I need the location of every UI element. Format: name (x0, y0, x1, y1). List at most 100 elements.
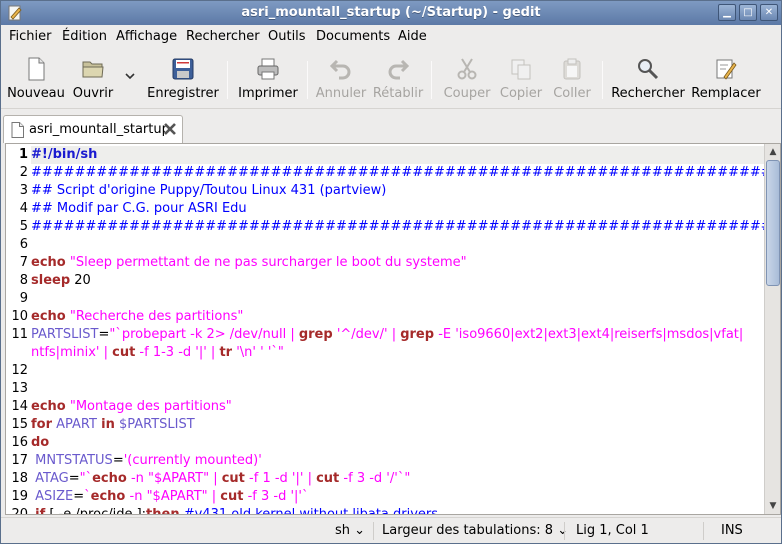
code-token: tr (219, 345, 233, 360)
code-token: "` (79, 471, 93, 486)
recent-files-dropdown[interactable] (120, 53, 140, 105)
scroll-down-icon[interactable]: ▼ (766, 499, 780, 513)
code-token: echo (31, 255, 66, 270)
code-line: #!/bin/sh (31, 147, 97, 162)
scrollbar-thumb[interactable] (766, 160, 780, 286)
menu-fichier[interactable]: Fichier (9, 29, 52, 44)
text-editor[interactable]: 1 2 3 4 5 6 7 8 9 10 11 12 13 14 15 16 17 18 19 20 #!/bin/s… (5, 143, 781, 515)
line-number: 9 (19, 291, 28, 306)
code-token: -E 'iso9660|ext2|ext3|ext4|reiserfs|msdo… (434, 327, 744, 342)
code-token: echo (31, 399, 66, 414)
tab-close-icon[interactable] (163, 122, 177, 136)
line-number: 14 (11, 399, 28, 414)
menu-aide[interactable]: Aide (398, 29, 427, 44)
code-line: echo "Montage des partitions" (31, 399, 232, 414)
redo-button[interactable]: Rétablir (371, 53, 425, 105)
menu-affichage[interactable]: Affichage (116, 29, 177, 44)
line-number: 11 (11, 327, 28, 342)
paste-icon (563, 58, 581, 80)
close-button[interactable]: ✕ (760, 4, 778, 21)
code-token: cut (316, 471, 340, 486)
minimize-button[interactable]: ▁ (718, 4, 736, 21)
code-line: ## Script d'origine Puppy/Toutou Linux 4… (31, 183, 386, 198)
code-token: '\n' ' '`" (232, 345, 284, 360)
code-token: -f 3 -d '|'` (243, 489, 309, 504)
vertical-scrollbar[interactable]: ▲ ▼ (764, 144, 780, 514)
cut-icon (457, 58, 477, 80)
line-number: 5 (19, 219, 28, 234)
code-token: MNTSTATUS (35, 453, 113, 468)
code-token: "Recherche des partitions" (69, 309, 244, 324)
code-token: '^/dev/' | (332, 327, 401, 342)
menu-rechercher[interactable]: Rechercher (186, 29, 260, 44)
menu-outils[interactable]: Outils (268, 29, 306, 44)
line-number: 20 (11, 507, 28, 515)
code-token: if (35, 507, 46, 515)
code-line: echo "Sleep permettant de ne pas surchar… (31, 255, 467, 270)
code-token: in (101, 417, 115, 432)
new-button[interactable]: Nouveau (5, 53, 67, 105)
maximize-icon: □ (743, 7, 753, 18)
code-token: -f 1 -d '|' | (244, 471, 317, 486)
maximize-button[interactable]: □ (739, 4, 757, 21)
toolbar-separator (307, 61, 308, 99)
scroll-up-icon[interactable]: ▲ (766, 145, 780, 159)
replace-icon (716, 59, 737, 80)
tab-width-selector[interactable]: Largeur des tabulations: 8 ⌄ (382, 523, 568, 538)
text-file-icon (11, 122, 24, 138)
menu-documents[interactable]: Documents (316, 29, 390, 44)
find-icon (638, 59, 659, 80)
paste-button[interactable]: Coller (547, 53, 597, 105)
chevron-down-icon: ⌄ (354, 523, 366, 538)
save-icon (172, 58, 194, 80)
code-line: ## Modif par C.G. pour ASRI Edu (31, 201, 247, 216)
line-number: 3 (19, 183, 28, 198)
code-token: grep (298, 327, 333, 342)
cursor-position: Lig 1, Col 1 (576, 523, 649, 538)
cut-button[interactable]: Couper (439, 53, 495, 105)
code-token: #!/bin/sh (31, 147, 98, 162)
current-line-highlight (31, 146, 765, 164)
code-token: = (68, 471, 80, 486)
open-button[interactable]: Ouvrir (67, 53, 119, 105)
menu-edition[interactable]: Édition (62, 29, 107, 44)
status-separator (703, 522, 704, 540)
toolbar: Nouveau Ouvrir Enregistrer Imprimer Annu… (1, 49, 781, 109)
code-token: echo (90, 489, 126, 504)
tab-asri-mountall-startup[interactable]: asri_mountall_startup (3, 115, 183, 143)
undo-button[interactable]: Annuler (313, 53, 369, 105)
dropdown-arrow-icon (125, 73, 135, 80)
code-token: "Sleep permettant de ne pas surcharger l… (69, 255, 467, 270)
title-bar[interactable]: asri_mountall_startup (~/Startup) - gedi… (1, 1, 781, 25)
document-tabs: asri_mountall_startup (1, 111, 781, 143)
copy-button[interactable]: Copier (495, 53, 547, 105)
code-line: echo "Recherche des partitions" (31, 309, 243, 324)
replace-button[interactable]: Remplacer (689, 53, 763, 105)
line-number: 2 (19, 165, 28, 180)
code-token: ########################################… (31, 219, 772, 234)
code-line: sleep 20 (31, 273, 91, 288)
code-token: echo (92, 471, 127, 486)
code-area[interactable]: #!/bin/sh ###############################… (31, 144, 772, 515)
line-number: 6 (19, 237, 28, 252)
code-token: -f 1-3 -d '|' | (135, 345, 220, 360)
code-token: -n "$APART" | (126, 471, 222, 486)
code-line: ATAG="`echo -n "$APART" | cut -f 1 -d '|… (31, 471, 410, 486)
line-number: 16 (11, 435, 28, 450)
toolbar-separator (227, 61, 228, 99)
print-button[interactable]: Imprimer (235, 53, 301, 105)
save-button[interactable]: Enregistrer (145, 53, 221, 105)
language-selector[interactable]: sh ⌄ (335, 523, 365, 538)
code-line: for APART in $PARTSLIST (31, 417, 195, 432)
redo-icon (388, 59, 410, 80)
close-icon: ✕ (764, 7, 774, 18)
line-number: 12 (11, 363, 28, 378)
code-line: if [ -e /proc/ide ];then #v431 old kerne… (31, 507, 438, 515)
find-button[interactable]: Rechercher (609, 53, 687, 105)
line-number: 8 (19, 273, 28, 288)
code-token: sleep (31, 273, 71, 288)
line-number: 10 (11, 309, 28, 324)
line-number: 17 (11, 453, 28, 468)
line-number-gutter: 1 2 3 4 5 6 7 8 9 10 11 12 13 14 15 16 17 18 19 20 (6, 144, 31, 514)
code-line: ########################################… (31, 219, 772, 234)
